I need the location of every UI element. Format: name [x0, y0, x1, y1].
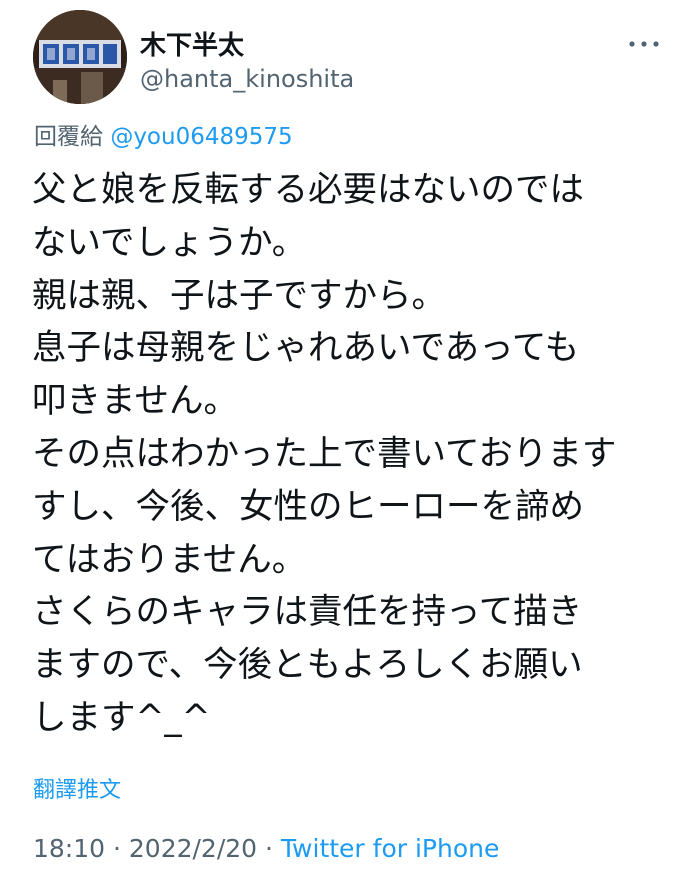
tweet-time[interactable]: 18:10 — [33, 834, 105, 863]
replying-to: 回覆給 @you06489575 — [34, 122, 293, 152]
tweet-line: ないでしょうか。 — [32, 222, 307, 263]
avatar-image — [33, 10, 127, 104]
replying-to-label: 回覆給 — [34, 124, 103, 150]
tweet-line: 父と娘を反転する必要はないのでは — [32, 170, 584, 210]
tweet-line: 親は親、子は子ですから。 — [32, 275, 446, 316]
tweet-date[interactable]: 2022/2/20 — [129, 834, 257, 863]
avatar[interactable] — [33, 10, 127, 104]
tweet-source-link[interactable]: Twitter for iPhone — [281, 834, 499, 863]
tweet-metadata: 18:10 · 2022/2/20 · Twitter for iPhone — [33, 834, 499, 864]
meta-separator: · — [105, 834, 129, 863]
tweet-text: 父と娘を反転する必要はないのでは ないでしょうか。 親は親、子は子ですから。 息… — [32, 164, 672, 745]
tweet-line: 叩きません。 — [32, 381, 238, 422]
tweet-line: 息子は母親をじゃれあいであっても — [32, 328, 580, 369]
tweet-line: てはおりません。 — [32, 539, 307, 580]
tweet-line: その点はわかった上で書いております — [32, 433, 617, 474]
meta-separator: · — [257, 834, 281, 863]
reply-mention-link[interactable]: @you06489575 — [110, 124, 292, 150]
tweet-line: します^_^ — [32, 697, 211, 738]
author-handle[interactable]: @hanta_kinoshita — [140, 64, 354, 94]
more-dots-icon[interactable] — [626, 36, 662, 52]
tweet-line: すし、今後、女性のヒーローを諦め — [32, 486, 584, 527]
author-display-name[interactable]: 木下半太 — [140, 30, 244, 62]
tweet-line: ますので、今後ともよろしくお願い — [32, 645, 583, 686]
tweet-line: さくらのキャラは責任を持って描き — [32, 592, 583, 633]
translate-tweet-link[interactable]: 翻譯推文 — [33, 776, 121, 806]
